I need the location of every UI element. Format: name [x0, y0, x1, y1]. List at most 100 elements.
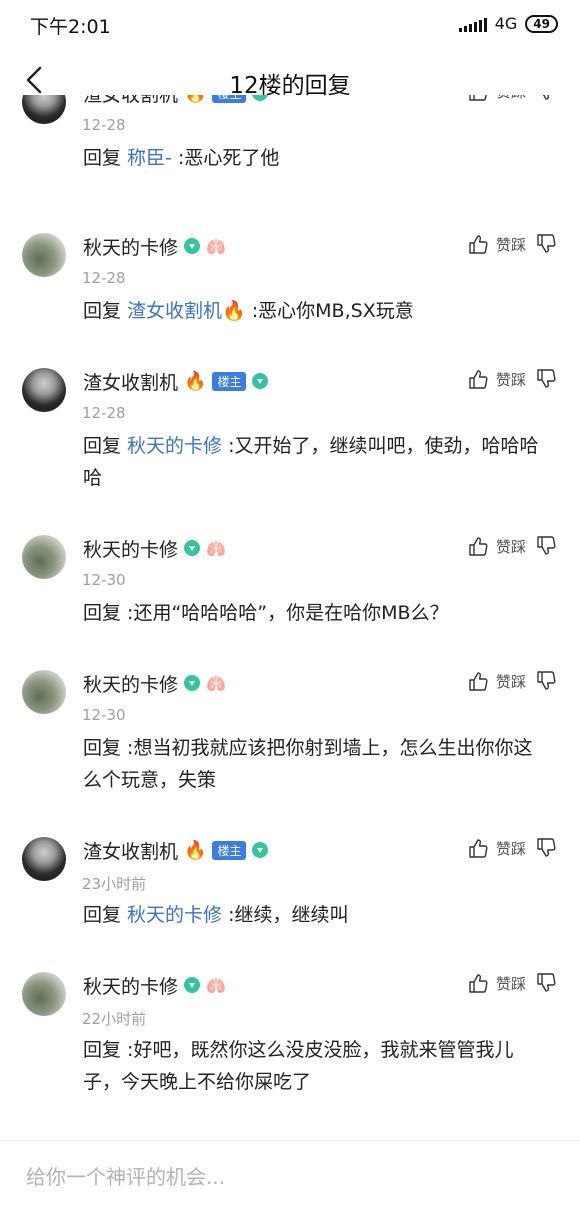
avatar[interactable]: [22, 95, 66, 124]
comment-text: 回复 渣女收割机🔥 :恶心你MB,SX玩意: [83, 295, 548, 327]
gem-icon: [184, 977, 201, 993]
thumb-up-icon[interactable]: [466, 837, 488, 859]
thumb-down-icon[interactable]: [534, 837, 556, 859]
comment-time: 22小时前: [82, 1010, 147, 1028]
fire-icon: 🔥: [184, 370, 207, 392]
name-row: 渣女收割机 🔥楼主: [83, 368, 269, 395]
avatar[interactable]: [22, 233, 66, 277]
username[interactable]: 秋天的卡修: [83, 233, 178, 260]
thumb-down-icon[interactable]: [534, 972, 556, 994]
mention-link[interactable]: 称臣-: [127, 147, 172, 169]
like-dislike-label: 赞踩: [495, 839, 526, 858]
lungs-icon: 🫁: [206, 975, 226, 995]
thumb-up-icon[interactable]: [466, 95, 488, 102]
username[interactable]: 渣女收割机: [83, 95, 178, 107]
thumb-down-icon[interactable]: [534, 670, 556, 692]
gem-icon: [252, 373, 269, 389]
reactions: 赞踩: [466, 670, 556, 692]
reply-prefix: 回复: [83, 147, 128, 169]
thumb-down-icon[interactable]: [534, 95, 556, 102]
lungs-icon: 🫁: [206, 538, 226, 558]
avatar[interactable]: [22, 972, 66, 1016]
avatar[interactable]: [22, 368, 66, 412]
name-row: 渣女收割机 🔥 楼主: [83, 95, 269, 107]
lungs-icon: 🫁: [206, 236, 226, 256]
comment-text: 回复 :想当初我就应该把你射到墙上，怎么生出你你这么个玩意，失策: [83, 732, 548, 796]
signal-icon: [458, 16, 487, 32]
reply-prefix: 回复: [83, 1039, 122, 1061]
comment-body: :好吧，既然你这么没皮没脸，我就来管管我儿子，今天晚上不给你屎吃了: [83, 1039, 514, 1093]
host-badge: 楼主: [212, 371, 247, 391]
comment-time: 12-30: [82, 706, 126, 724]
like-dislike-label: 赞踩: [496, 95, 526, 102]
thumb-up-icon[interactable]: [466, 670, 488, 692]
reply-bar[interactable]: 给你一个神评的机会...: [0, 1140, 580, 1208]
comment-body: :恶心死了他: [171, 147, 280, 169]
fire-icon: 🔥: [184, 95, 206, 104]
reactions: 赞踩: [466, 535, 556, 557]
reactions: 赞踩: [466, 368, 556, 390]
comment-text: 回复 称臣- :恶心死了他: [83, 142, 548, 174]
comment-time: 12-30: [82, 571, 126, 589]
reactions: 赞踩: [466, 972, 556, 994]
username[interactable]: 渣女收割机: [83, 837, 178, 864]
thumb-up-icon[interactable]: [466, 535, 488, 557]
gem-icon: [184, 238, 201, 254]
like-dislike-label: 赞踩: [495, 974, 526, 993]
name-row: 秋天的卡修 🫁: [83, 535, 226, 561]
comment-text: 回复 秋天的卡修 :又开始了，继续叫吧，使劲，哈哈哈哈: [83, 430, 548, 494]
comment-body: :继续，继续叫: [222, 904, 349, 926]
fire-icon: 🔥: [184, 839, 207, 861]
network-type: 4G: [494, 14, 518, 33]
username[interactable]: 秋天的卡修: [83, 670, 178, 697]
thumb-up-icon[interactable]: [466, 972, 488, 994]
host-badge: 楼主: [212, 95, 247, 103]
mention-link[interactable]: 渣女收割机🔥: [127, 300, 246, 322]
comment-text: 回复 :还用“哈哈哈哈”，你是在哈你MB么？: [83, 597, 548, 629]
gem-icon: [252, 842, 269, 858]
comment-body: :恶心你MB,SX玩意: [245, 300, 414, 322]
like-dislike-label: 赞踩: [495, 537, 526, 556]
host-badge: 楼主: [212, 840, 247, 860]
status-time: 下午2:01: [30, 16, 111, 38]
reactions: 赞踩: [466, 233, 556, 255]
thumb-up-icon[interactable]: [466, 368, 488, 390]
reply-prefix: 回复: [83, 300, 128, 322]
battery-icon: 49: [525, 14, 558, 33]
lungs-icon: 🫁: [206, 673, 226, 693]
username[interactable]: 秋天的卡修: [83, 535, 178, 562]
comment-body: :想当初我就应该把你射到墙上，怎么生出你你这么个玩意，失策: [83, 737, 533, 791]
mention-link[interactable]: 秋天的卡修: [127, 904, 222, 926]
comment-text: 回复 秋天的卡修 :继续，继续叫: [83, 899, 548, 931]
thumb-up-icon[interactable]: [466, 233, 488, 255]
like-dislike-label: 赞踩: [495, 235, 526, 254]
avatar[interactable]: [22, 535, 66, 579]
gem-icon: [252, 95, 269, 101]
reply-prefix: 回复: [83, 435, 128, 457]
mention-link[interactable]: 秋天的卡修: [127, 435, 222, 457]
comment-text: 回复 :好吧，既然你这么没皮没脸，我就来管管我儿子，今天晚上不给你屎吃了: [83, 1034, 548, 1098]
name-row: 秋天的卡修 🫁: [83, 670, 226, 696]
comment-list: 渣女收割机 🔥楼主 12-28 回复 称臣- :恶心死了他 赞踩 秋天的卡修 🫁…: [0, 95, 580, 1140]
avatar[interactable]: [22, 837, 66, 881]
name-row: 秋天的卡修 🫁: [83, 233, 226, 259]
comment-time: 23小时前: [82, 875, 147, 893]
reply-prefix: 回复: [83, 602, 122, 624]
thumb-down-icon[interactable]: [534, 233, 556, 255]
status-bar: 下午2:01 4G 49: [0, 0, 580, 52]
gem-icon: [184, 540, 201, 556]
name-row: 渣女收割机 🔥楼主: [83, 837, 269, 864]
like-dislike-label: 赞踩: [495, 370, 526, 389]
like-dislike-label: 赞踩: [495, 672, 526, 691]
thumb-down-icon[interactable]: [534, 368, 556, 390]
reply-prefix: 回复: [83, 737, 122, 759]
reply-prefix: 回复: [83, 904, 128, 926]
reactions: 赞踩: [466, 837, 556, 859]
avatar[interactable]: [22, 670, 66, 714]
comment-time: 12-28: [82, 404, 126, 422]
gem-icon: [184, 675, 201, 691]
username[interactable]: 渣女收割机: [83, 368, 178, 395]
username[interactable]: 秋天的卡修: [83, 972, 178, 999]
reply-input[interactable]: 给你一个神评的机会...: [26, 1161, 225, 1190]
thumb-down-icon[interactable]: [534, 535, 556, 557]
